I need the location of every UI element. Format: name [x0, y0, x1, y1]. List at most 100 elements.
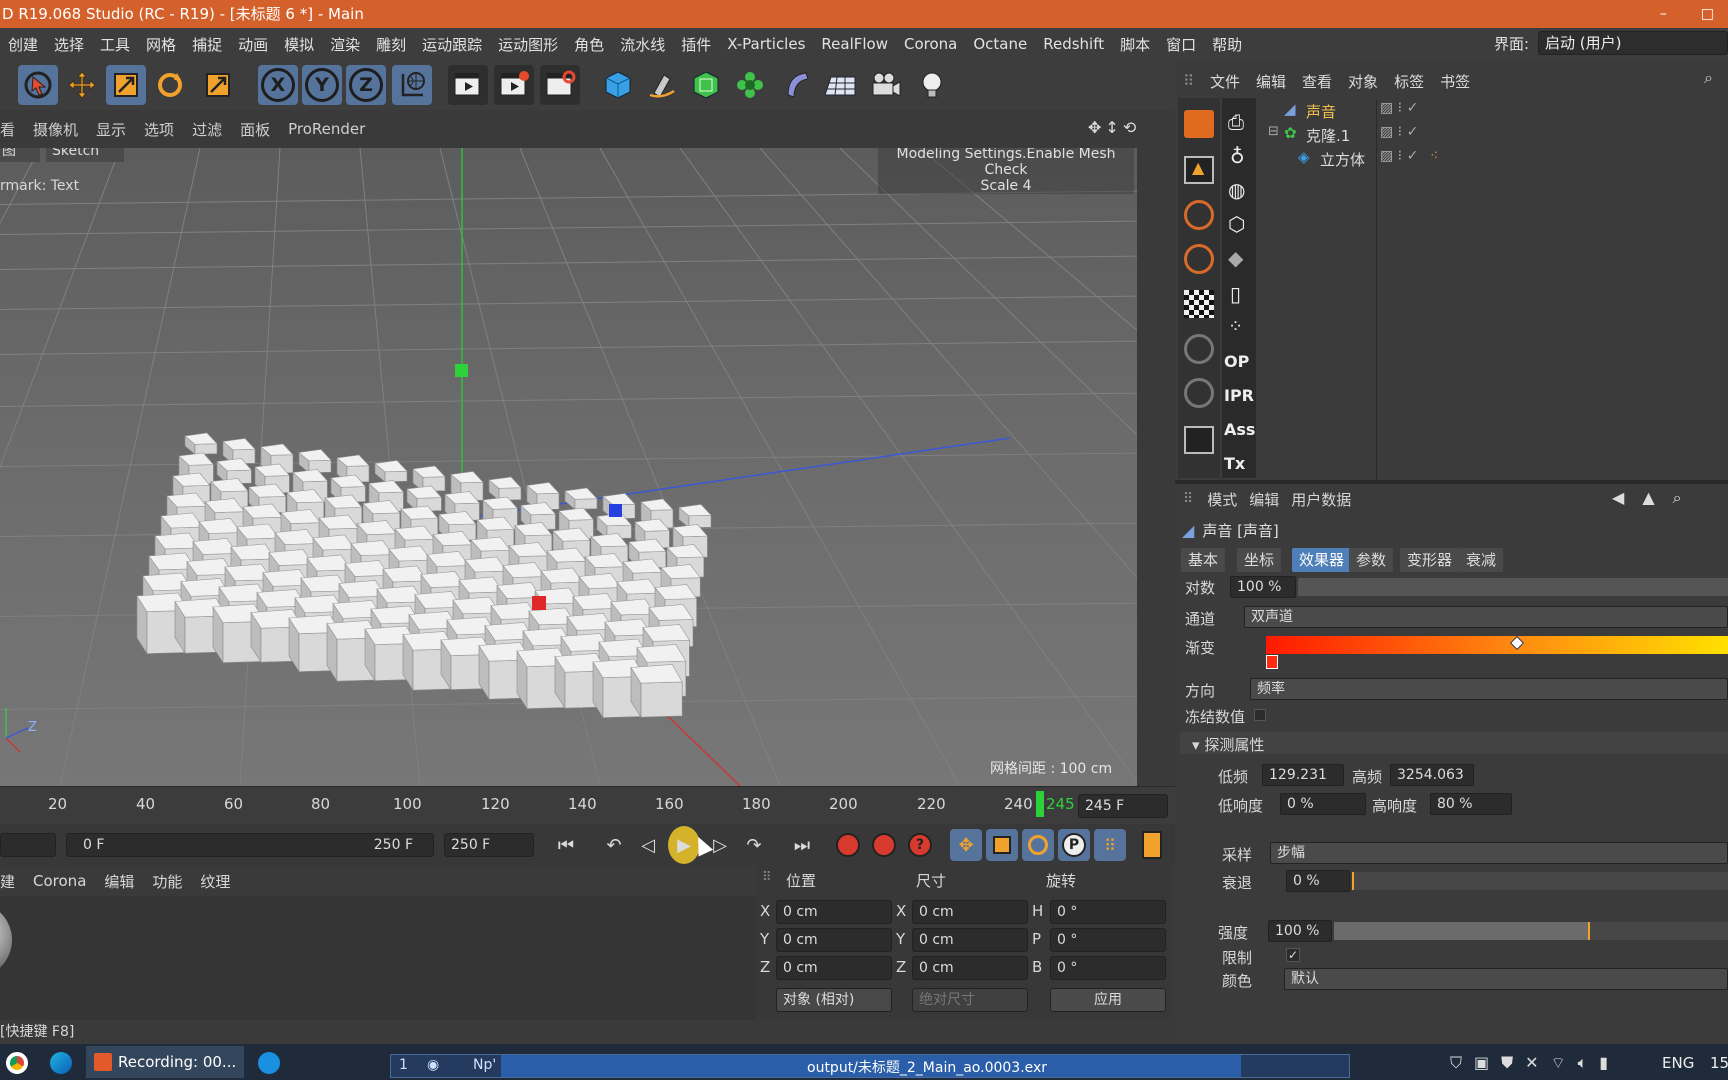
apply-button[interactable]: 应用 — [1050, 988, 1166, 1012]
key-parameter-toggle[interactable]: P — [1058, 829, 1090, 861]
render-picture-viewer-button[interactable] — [494, 65, 534, 105]
coordinate-system-button[interactable] — [392, 65, 432, 105]
search-icon[interactable]: ⌕ — [1673, 488, 1682, 508]
microphone-icon[interactable]: ▮ — [1599, 1053, 1608, 1073]
tools-icon[interactable]: ✕ — [1525, 1053, 1538, 1073]
flame-render-icon[interactable]: ▲ — [1184, 156, 1214, 184]
document-icon[interactable]: ▯ — [1230, 282, 1241, 306]
app-icon[interactable] — [258, 1052, 280, 1074]
pos-y-field[interactable]: 0 cm — [776, 928, 892, 952]
menu-select[interactable]: 选择 — [46, 34, 92, 55]
go-to-start-button[interactable]: ⏮ — [550, 829, 582, 861]
object-menu-view[interactable]: 查看 — [1294, 71, 1340, 92]
channel-select[interactable]: 双声道 — [1244, 606, 1728, 628]
menu-octane[interactable]: Octane — [965, 35, 1035, 53]
menu-sculpt[interactable]: 雕刻 — [368, 34, 414, 55]
material-menu-create[interactable]: 建 — [0, 871, 24, 892]
menu-window[interactable]: 窗口 — [1158, 34, 1204, 55]
object-menu-objects[interactable]: 对象 — [1340, 71, 1386, 92]
menu-motion-tracking[interactable]: 运动跟踪 — [414, 34, 490, 55]
light-button[interactable] — [912, 65, 952, 105]
monitor-icon[interactable]: ▣ — [1474, 1053, 1489, 1073]
menu-realflow[interactable]: RealFlow — [813, 35, 896, 53]
menu-render[interactable]: 渲染 — [322, 34, 368, 55]
subdivision-surface-button[interactable] — [686, 65, 726, 105]
shield-icon[interactable]: ⛉ — [1450, 1053, 1462, 1073]
visibility-toggle[interactable]: ▨ ⁝ ✓ — [1380, 148, 1418, 164]
op-icon[interactable]: OP — [1224, 352, 1249, 371]
pos-x-field[interactable]: 0 cm — [776, 900, 892, 924]
render-view-button[interactable] — [448, 65, 488, 105]
decay-slider[interactable] — [1352, 872, 1728, 890]
recent-tool-button[interactable] — [198, 65, 238, 105]
y-axis-handle[interactable] — [455, 364, 468, 377]
tab-coord[interactable]: 坐标 — [1237, 548, 1282, 572]
clock[interactable]: 15 — [1710, 1054, 1728, 1072]
viewport-side-scrollbar[interactable] — [1137, 110, 1169, 786]
viewport-menu-display[interactable]: 显示 — [87, 119, 135, 140]
color-select[interactable]: 默认 — [1284, 968, 1728, 990]
current-frame-field[interactable]: 245 F — [1078, 794, 1168, 818]
sphere-icon[interactable]: ◍ — [1228, 178, 1245, 202]
tag-icon[interactable]: ⁖ — [1430, 148, 1438, 164]
go-to-end-button[interactable]: ⏭ — [786, 829, 818, 861]
material-ball-thumbnail[interactable] — [0, 902, 12, 978]
key-rotation-toggle[interactable] — [1022, 829, 1054, 861]
menu-corona[interactable]: Corona — [896, 35, 965, 53]
z-axis-handle[interactable] — [532, 596, 546, 610]
menu-script[interactable]: 脚本 — [1112, 34, 1158, 55]
move-tool-button[interactable] — [62, 65, 102, 105]
select-tool-button[interactable] — [18, 65, 58, 105]
strength-field[interactable]: 100 % — [1230, 576, 1296, 598]
minimize-button[interactable]: – — [1660, 6, 1667, 22]
tab-effector[interactable]: 效果器 — [1292, 548, 1352, 572]
object-menu-tags[interactable]: 标签 — [1386, 71, 1432, 92]
direction-select[interactable]: 频率 — [1250, 678, 1728, 700]
object-row-cloner[interactable]: ⊟ ✿ 克隆.1 ▨ ⁝ ✓ — [1258, 124, 1728, 146]
pos-z-field[interactable]: 0 cm — [776, 956, 892, 980]
strength-slider[interactable] — [1298, 578, 1728, 596]
orbit-icon[interactable]: ⟲ — [1123, 118, 1136, 140]
teapot-gray-icon[interactable] — [1184, 378, 1214, 408]
menu-simulate[interactable]: 模拟 — [276, 34, 322, 55]
high-volume-field[interactable]: 80 % — [1430, 793, 1512, 815]
start-frame-field[interactable] — [0, 833, 56, 857]
coordinate-mode-select[interactable]: 对象 (相对) — [776, 988, 892, 1012]
dots-icon[interactable]: ⁘ — [1228, 316, 1243, 337]
zoom-icon[interactable]: ↕ — [1105, 118, 1118, 140]
camera-button[interactable] — [866, 65, 906, 105]
autokey-button[interactable] — [868, 829, 900, 861]
material-menu-function[interactable]: 功能 — [143, 871, 191, 892]
object-row-sound[interactable]: ◢ 声音 ▨ ⁝ ✓ — [1258, 100, 1728, 482]
volume-icon[interactable]: 🔈︎ — [1578, 1053, 1588, 1073]
low-volume-field[interactable]: 0 % — [1280, 793, 1366, 815]
y-axis-toggle[interactable]: Y — [302, 65, 342, 105]
cube-gray-icon[interactable]: ◆ — [1228, 246, 1243, 270]
size-x-field[interactable]: 0 cm — [912, 900, 1028, 924]
sample-select[interactable]: 步幅 — [1270, 842, 1728, 864]
size-z-field[interactable]: 0 cm — [912, 956, 1028, 980]
x-axis-handle[interactable] — [609, 504, 622, 517]
teapot-icon[interactable] — [1184, 334, 1214, 364]
record-button[interactable] — [832, 829, 864, 861]
render-cube-icon[interactable] — [1184, 110, 1214, 138]
menu-plugins[interactable]: 插件 — [673, 34, 719, 55]
tab-falloff[interactable]: 衰减 — [1459, 548, 1504, 572]
up-arrow-icon[interactable]: ▲ — [1642, 488, 1654, 508]
decay-slider-knob[interactable] — [1352, 872, 1354, 890]
next-keyframe-button[interactable]: ↷ — [738, 829, 770, 861]
object-menu-bookmarks[interactable]: 书签 — [1432, 71, 1478, 92]
viewport-menu-view[interactable]: 看 — [0, 119, 24, 140]
material-menu-texture[interactable]: 纹理 — [191, 871, 239, 892]
visibility-toggle[interactable]: ▨ ⁝ ✓ — [1380, 100, 1418, 116]
clapper-icon[interactable] — [1184, 426, 1214, 454]
keyframe-selection-button[interactable]: ? — [904, 829, 936, 861]
layout-select[interactable]: 启动 (用户) — [1538, 31, 1728, 55]
object-menu-file[interactable]: 文件 — [1202, 71, 1248, 92]
material-menu-corona[interactable]: Corona — [24, 872, 95, 890]
attribute-menu-userdata[interactable]: 用户数据 — [1285, 489, 1357, 510]
previous-keyframe-button[interactable]: ↶ — [598, 829, 630, 861]
lightbulb-icon[interactable]: ♁ — [1230, 144, 1245, 168]
rot-p-field[interactable]: 0 ° — [1050, 928, 1166, 952]
low-freq-field[interactable]: 129.231 — [1262, 764, 1344, 786]
